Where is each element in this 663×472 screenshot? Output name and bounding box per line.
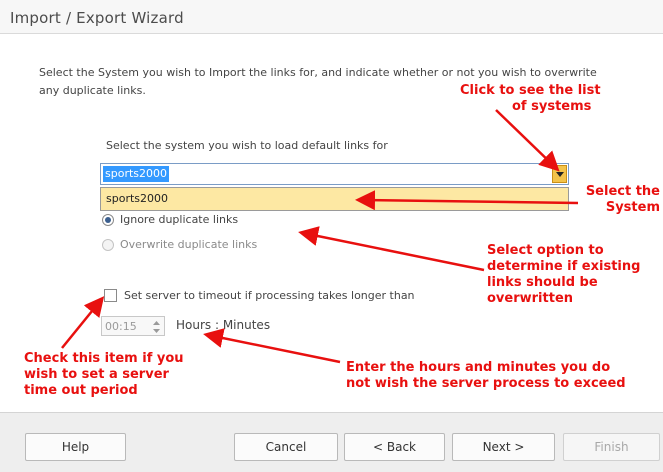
chevron-down-icon (556, 172, 564, 177)
dropdown-option-sports2000[interactable]: sports2000 (106, 192, 168, 205)
wizard-titlebar: Import / Export Wizard (0, 0, 663, 34)
annotation-line: determine if existing (487, 259, 641, 274)
timeout-checkbox-label: Set server to timeout if processing take… (124, 289, 415, 302)
annotation-enter-hours: Enter the hours and minutes you do not w… (346, 360, 626, 392)
annotation-select-system: Select the System (580, 184, 660, 216)
ignore-duplicates-label: Ignore duplicate links (120, 213, 239, 226)
overwrite-duplicates-radio[interactable] (102, 238, 114, 251)
annotation-line: Click to see the list (460, 83, 601, 98)
chevron-down-icon[interactable] (152, 327, 161, 335)
annotation-line: Check this item if you (24, 351, 184, 366)
annotation-line: not wish the server process to exceed (346, 376, 626, 391)
annotation-line: Enter the hours and minutes you do (346, 360, 611, 375)
timeout-stepper[interactable]: 00:15 (101, 316, 165, 336)
annotation-click-list: Click to see the list of systems (460, 83, 601, 115)
overwrite-duplicates-option[interactable]: Overwrite duplicate links (102, 238, 257, 251)
annotation-line: of systems (512, 99, 592, 114)
annotation-line: System (605, 200, 660, 215)
system-dropdown-list: sports2000 (100, 187, 569, 211)
cancel-button[interactable]: Cancel (234, 433, 338, 461)
timeout-value: 00:15 (105, 320, 137, 333)
next-button[interactable]: Next > (452, 433, 555, 461)
system-select-label: Select the system you wish to load defau… (106, 139, 388, 152)
annotation-line: links should be (487, 275, 598, 290)
finish-button[interactable]: Finish (563, 433, 660, 461)
annotation-line: Select the (585, 184, 660, 199)
help-button[interactable]: Help (25, 433, 126, 461)
annotation-check-item: Check this item if you wish to set a ser… (24, 351, 184, 399)
system-combobox-value: sports2000 (103, 166, 170, 182)
ignore-duplicates-option[interactable]: Ignore duplicate links (102, 213, 238, 226)
annotation-line: Select option to (487, 243, 604, 258)
dropdown-arrow-button[interactable] (552, 165, 567, 183)
ignore-duplicates-radio[interactable] (102, 213, 114, 226)
timeout-option[interactable]: Set server to timeout if processing take… (104, 289, 415, 302)
timeout-checkbox[interactable] (104, 289, 117, 302)
overwrite-duplicates-label: Overwrite duplicate links (120, 238, 258, 251)
annotation-select-option: Select option to determine if existing l… (487, 243, 640, 307)
annotation-line: time out period (24, 383, 138, 398)
annotation-line: overwritten (487, 291, 574, 306)
window-title: Import / Export Wizard (10, 9, 184, 27)
system-combobox[interactable]: sports2000 (100, 163, 569, 185)
chevron-up-icon[interactable] (152, 319, 161, 327)
timeout-unit-label: Hours : Minutes (176, 318, 271, 332)
annotation-line: wish to set a server (24, 367, 169, 382)
back-button[interactable]: < Back (344, 433, 445, 461)
